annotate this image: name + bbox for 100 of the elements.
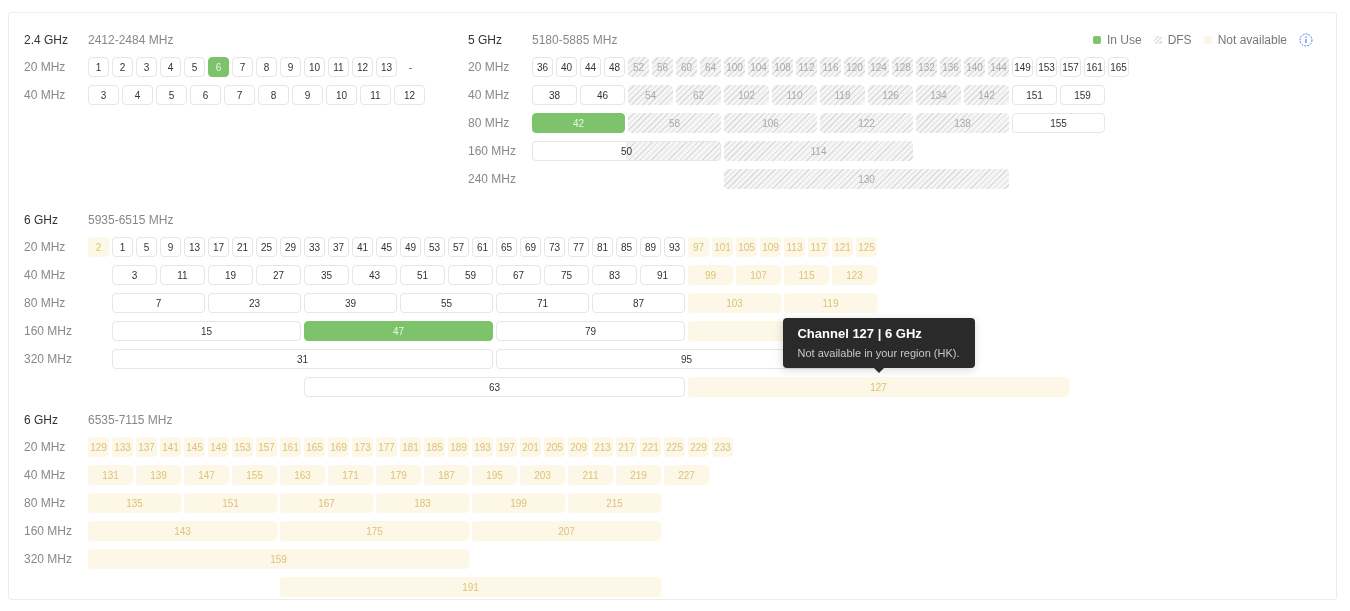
channel-chip[interactable]: 102 xyxy=(724,85,769,105)
channel-chip[interactable]: 37 xyxy=(328,237,349,257)
channel-chip[interactable]: 171 xyxy=(328,465,373,485)
channel-chip[interactable]: 69 xyxy=(520,237,541,257)
channel-chip[interactable]: 4 xyxy=(122,85,153,105)
channel-chip[interactable]: 17 xyxy=(208,237,229,257)
channel-chip[interactable]: 191 xyxy=(280,577,661,597)
channel-chip[interactable]: 153 xyxy=(1036,57,1057,77)
channel-chip[interactable]: 99 xyxy=(688,265,733,285)
channel-chip[interactable]: 137 xyxy=(136,437,157,457)
channel-chip[interactable]: 161 xyxy=(1084,57,1105,77)
channel-chip[interactable]: 213 xyxy=(592,437,613,457)
channel-chip[interactable]: 201 xyxy=(520,437,541,457)
channel-chip[interactable]: 215 xyxy=(568,493,661,513)
channel-chip[interactable]: 136 xyxy=(940,57,961,77)
channel-chip[interactable]: 110 xyxy=(772,85,817,105)
channel-chip[interactable]: 21 xyxy=(232,237,253,257)
channel-chip[interactable]: 11 xyxy=(328,57,349,77)
channel-chip[interactable]: 117 xyxy=(808,237,829,257)
channel-chip[interactable]: 157 xyxy=(1060,57,1081,77)
channel-chip[interactable]: 167 xyxy=(280,493,373,513)
channel-chip[interactable]: 59 xyxy=(448,265,493,285)
channel-chip[interactable]: 103 xyxy=(688,293,781,313)
channel-chip[interactable]: 53 xyxy=(424,237,445,257)
channel-chip[interactable]: 104 xyxy=(748,57,769,77)
channel-chip[interactable]: 1 xyxy=(112,237,133,257)
channel-chip[interactable]: 139 xyxy=(136,465,181,485)
channel-chip[interactable]: 4 xyxy=(160,57,181,77)
channel-chip[interactable]: 205 xyxy=(544,437,565,457)
channel-chip[interactable]: 119 xyxy=(784,293,877,313)
channel-chip[interactable]: 107 xyxy=(736,265,781,285)
channel-chip[interactable]: 217 xyxy=(616,437,637,457)
channel-chip[interactable]: 9 xyxy=(160,237,181,257)
channel-chip[interactable]: 23 xyxy=(208,293,301,313)
channel-chip[interactable]: 221 xyxy=(640,437,661,457)
channel-chip[interactable]: 197 xyxy=(496,437,517,457)
channel-chip[interactable]: 7 xyxy=(224,85,255,105)
channel-chip[interactable]: 49 xyxy=(400,237,421,257)
channel-chip[interactable]: 219 xyxy=(616,465,661,485)
channel-chip[interactable]: 89 xyxy=(640,237,661,257)
channel-chip[interactable]: 85 xyxy=(616,237,637,257)
channel-chip[interactable]: 15 xyxy=(112,321,301,341)
channel-chip[interactable]: 108 xyxy=(772,57,793,77)
channel-chip[interactable]: 19 xyxy=(208,265,253,285)
channel-chip[interactable]: - xyxy=(400,57,421,77)
channel-chip[interactable]: 71 xyxy=(496,293,589,313)
channel-chip[interactable]: 77 xyxy=(568,237,589,257)
channel-chip[interactable]: 199 xyxy=(472,493,565,513)
channel-chip[interactable]: 109 xyxy=(760,237,781,257)
channel-chip[interactable]: 40 xyxy=(556,57,577,77)
channel-chip[interactable]: 157 xyxy=(256,437,277,457)
channel-chip[interactable]: 120 xyxy=(844,57,865,77)
channel-chip[interactable]: 56 xyxy=(652,57,673,77)
channel-chip[interactable]: 132 xyxy=(916,57,937,77)
channel-chip[interactable]: 187 xyxy=(424,465,469,485)
channel-chip[interactable]: 62 xyxy=(676,85,721,105)
channel-chip[interactable]: 8 xyxy=(256,57,277,77)
channel-chip[interactable]: 101 xyxy=(712,237,733,257)
channel-chip[interactable]: 106 xyxy=(724,113,817,133)
channel-chip[interactable]: 179 xyxy=(376,465,421,485)
channel-chip[interactable]: 195 xyxy=(472,465,517,485)
channel-chip[interactable]: 115 xyxy=(784,265,829,285)
channel-chip[interactable]: 165 xyxy=(1108,57,1129,77)
channel-chip[interactable]: 83 xyxy=(592,265,637,285)
channel-chip[interactable]: 43 xyxy=(352,265,397,285)
channel-chip[interactable]: 175 xyxy=(280,521,469,541)
channel-chip[interactable]: 81 xyxy=(592,237,613,257)
channel-chip[interactable]: 61 xyxy=(472,237,493,257)
channel-chip[interactable]: 54 xyxy=(628,85,673,105)
channel-chip[interactable]: 112 xyxy=(796,57,817,77)
channel-chip[interactable]: 121 xyxy=(832,237,853,257)
channel-chip[interactable]: 75 xyxy=(544,265,589,285)
channel-chip[interactable]: 155 xyxy=(232,465,277,485)
channel-chip[interactable]: 105 xyxy=(736,237,757,257)
channel-chip[interactable]: 7 xyxy=(112,293,205,313)
channel-chip[interactable]: 13 xyxy=(184,237,205,257)
channel-chip[interactable]: 12 xyxy=(394,85,425,105)
channel-chip[interactable]: 163 xyxy=(280,465,325,485)
channel-chip[interactable]: 11 xyxy=(160,265,205,285)
channel-chip[interactable]: 122 xyxy=(820,113,913,133)
channel-chip[interactable]: 125 xyxy=(856,237,877,257)
channel-chip[interactable]: 140 xyxy=(964,57,985,77)
channel-chip[interactable]: 183 xyxy=(376,493,469,513)
channel-chip[interactable]: 35 xyxy=(304,265,349,285)
channel-chip[interactable]: 123 xyxy=(832,265,877,285)
channel-chip[interactable]: 10 xyxy=(326,85,357,105)
channel-chip[interactable]: 1 xyxy=(88,57,109,77)
channel-chip[interactable]: 3 xyxy=(88,85,119,105)
channel-chip[interactable]: 209 xyxy=(568,437,589,457)
channel-chip[interactable]: 6 xyxy=(190,85,221,105)
channel-chip[interactable]: 12 xyxy=(352,57,373,77)
channel-chip[interactable]: 9 xyxy=(280,57,301,77)
channel-chip[interactable]: 142 xyxy=(964,85,1009,105)
channel-chip[interactable]: 155 xyxy=(1012,113,1105,133)
channel-chip[interactable]: 29 xyxy=(280,237,301,257)
channel-chip[interactable]: 151 xyxy=(184,493,277,513)
channel-chip[interactable]: 113 xyxy=(784,237,805,257)
channel-chip[interactable]: 5 xyxy=(136,237,157,257)
channel-chip[interactable]: 135 xyxy=(88,493,181,513)
channel-chip[interactable]: 141 xyxy=(160,437,181,457)
